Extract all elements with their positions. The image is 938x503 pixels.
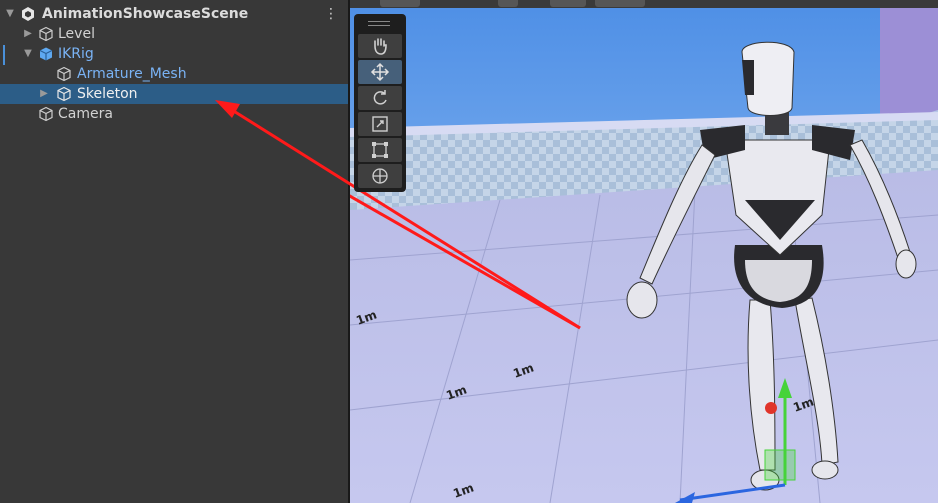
rect-transform-icon bbox=[372, 142, 388, 158]
scene-tools-palette bbox=[354, 14, 406, 192]
scale-icon bbox=[372, 116, 388, 132]
scale-tool-button[interactable] bbox=[358, 112, 402, 136]
rect-tool-button[interactable] bbox=[358, 138, 402, 162]
transform-icon bbox=[372, 168, 388, 184]
rotate-icon bbox=[373, 90, 387, 105]
palette-grip[interactable] bbox=[368, 21, 390, 22]
hand-tool-button[interactable] bbox=[358, 34, 402, 58]
rotate-tool-button[interactable] bbox=[358, 86, 402, 110]
move-icon bbox=[370, 62, 390, 82]
transform-tool-button[interactable] bbox=[358, 164, 402, 188]
arrowhead-icon bbox=[215, 100, 240, 118]
move-tool-button[interactable] bbox=[358, 60, 402, 84]
annotation-arrow-overlay bbox=[215, 100, 581, 330]
palette-grip[interactable] bbox=[368, 25, 390, 26]
hand-icon bbox=[374, 38, 387, 55]
